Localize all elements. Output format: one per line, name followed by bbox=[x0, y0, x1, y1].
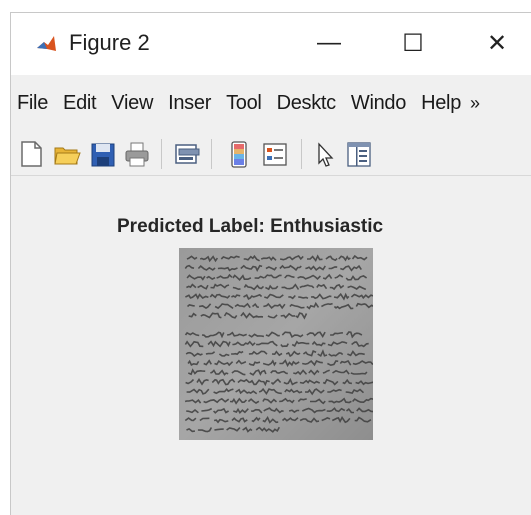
figure-window: Figure 2 — ☐ ✕ File Edit View Inser Tool… bbox=[10, 12, 531, 515]
title-bar[interactable]: Figure 2 — ☐ ✕ bbox=[11, 13, 531, 75]
window-title: Figure 2 bbox=[69, 30, 150, 55]
print-icon[interactable] bbox=[123, 139, 151, 169]
new-figure-icon[interactable] bbox=[17, 139, 45, 169]
menu-window[interactable]: Windo bbox=[351, 92, 407, 115]
figure-toolbar bbox=[11, 131, 531, 175]
toolbar-separator bbox=[161, 139, 162, 169]
close-icon: ✕ bbox=[486, 29, 508, 57]
property-inspector-icon[interactable] bbox=[345, 139, 373, 169]
figure-canvas: Predicted Label: Enthusiastic bbox=[11, 176, 531, 515]
plot-title: Predicted Label: Enthusiastic bbox=[117, 216, 384, 237]
minimize-button[interactable]: — bbox=[301, 23, 357, 63]
handwriting-sample bbox=[179, 248, 373, 440]
matlab-icon bbox=[35, 33, 57, 55]
menu-desktop[interactable]: Desktc bbox=[277, 92, 337, 115]
insert-legend-icon[interactable] bbox=[261, 139, 289, 169]
edit-plot-icon[interactable] bbox=[311, 139, 339, 169]
close-button[interactable]: ✕ bbox=[469, 23, 525, 63]
menu-bar: File Edit View Inser Tool Desktc Windo H… bbox=[11, 83, 531, 123]
save-icon[interactable] bbox=[89, 139, 117, 169]
menu-help[interactable]: Help bbox=[421, 92, 461, 115]
menu-insert[interactable]: Inser bbox=[168, 92, 211, 115]
menu-file[interactable]: File bbox=[17, 92, 48, 115]
maximize-icon: ☐ bbox=[402, 29, 424, 57]
minimize-icon: — bbox=[317, 29, 341, 56]
menu-tools[interactable]: Tool bbox=[226, 92, 262, 115]
menu-edit[interactable]: Edit bbox=[63, 92, 97, 115]
menu-view[interactable]: View bbox=[111, 92, 153, 115]
menu-overflow-icon[interactable]: » bbox=[470, 93, 480, 114]
handwriting-image bbox=[179, 248, 373, 440]
insert-colorbar-icon[interactable] bbox=[225, 139, 253, 169]
toolbar-separator bbox=[211, 139, 212, 169]
link-plot-icon[interactable] bbox=[173, 139, 201, 169]
open-file-icon[interactable] bbox=[53, 139, 81, 169]
handwriting-stroke bbox=[214, 428, 224, 431]
maximize-button[interactable]: ☐ bbox=[385, 23, 441, 63]
toolbar-separator bbox=[301, 139, 302, 169]
